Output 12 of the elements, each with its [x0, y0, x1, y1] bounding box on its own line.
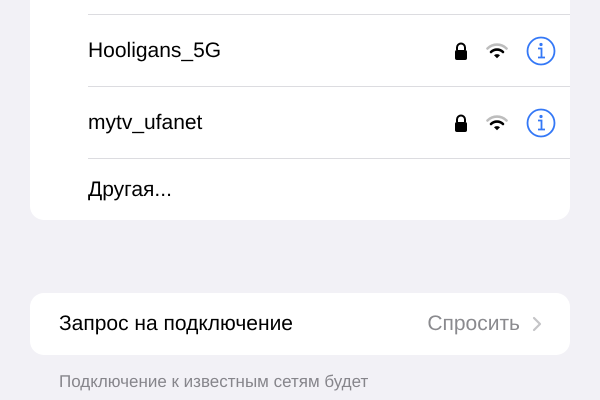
footer-note: Подключение к известным сетям будет — [59, 371, 370, 393]
info-icon[interactable] — [526, 36, 556, 66]
network-name[interactable]: mytv_ufanet — [88, 106, 454, 138]
wifi-icon — [486, 114, 508, 130]
ask-to-join-label: Запрос на подключение — [59, 311, 294, 338]
wifi-icon — [486, 42, 508, 58]
ask-to-join-value: Спросить — [427, 311, 520, 338]
other-network-item[interactable]: Другая... — [88, 174, 172, 206]
ask-to-join-row[interactable]: Запрос на подключение Спросить — [30, 293, 570, 355]
chevron-icon — [532, 316, 542, 332]
network-name[interactable]: Hooligans_5G — [88, 34, 454, 66]
info-icon[interactable] — [526, 108, 556, 138]
